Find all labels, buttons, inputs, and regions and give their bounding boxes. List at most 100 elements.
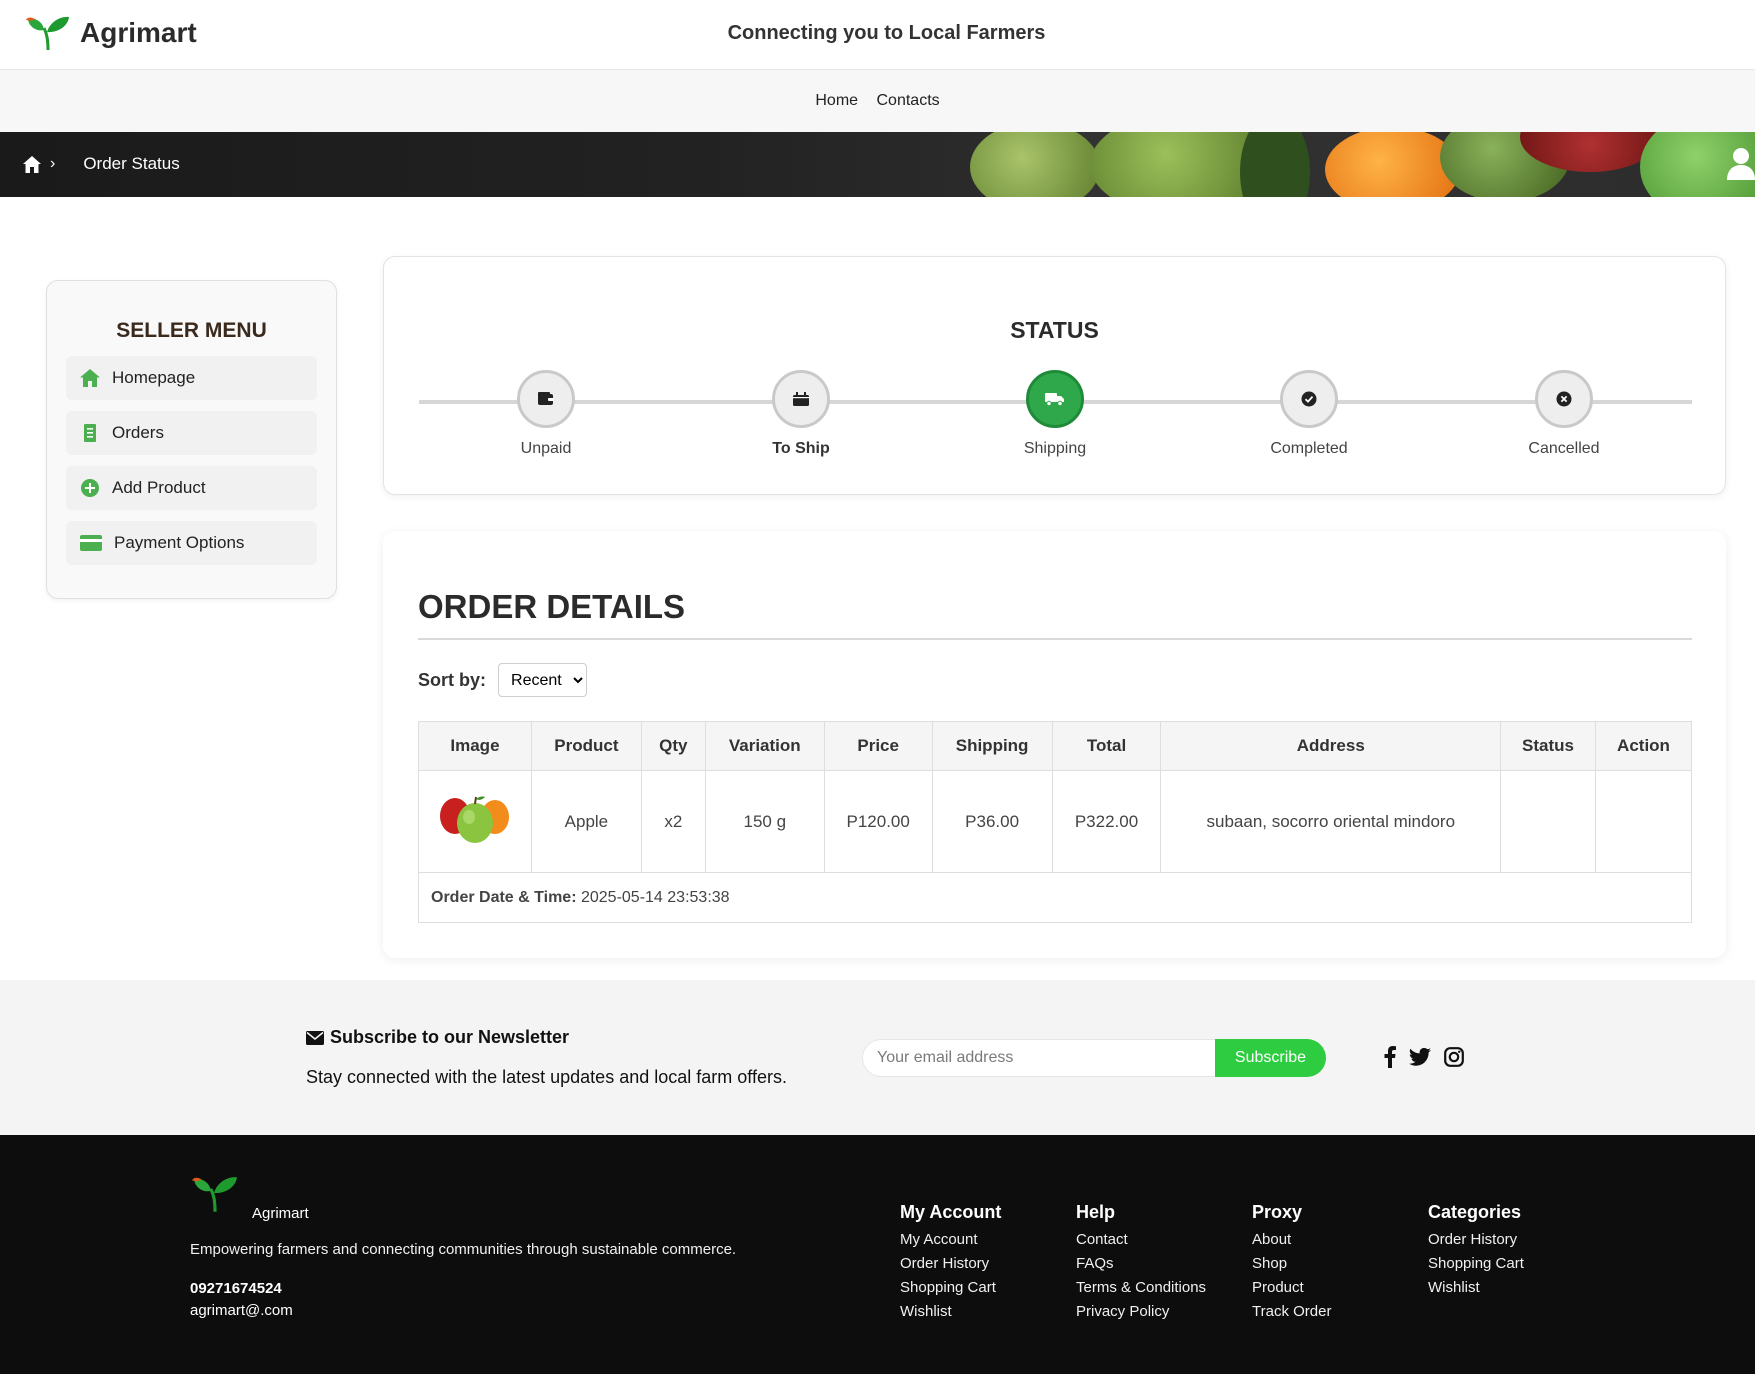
newsletter-title: Subscribe to our Newsletter: [306, 1027, 569, 1048]
shipping-cell: P36.00: [931, 770, 1053, 873]
step-label: Cancelled: [1528, 440, 1600, 457]
facebook-icon[interactable]: [1384, 1046, 1396, 1068]
footer-link[interactable]: Wishlist: [1428, 1279, 1524, 1296]
footer-column-title: Help: [1076, 1202, 1116, 1222]
breadcrumb-current: Order Status: [83, 154, 180, 173]
step-cancelled: Cancelled: [1484, 370, 1644, 458]
column-header: Product: [530, 721, 642, 771]
table-header-row: Image Product Qty Variation Price Shippi…: [418, 721, 1693, 771]
footer-column-proxy: Proxy About Shop Product Track Order: [1252, 1202, 1331, 1327]
main-nav: Home Contacts: [0, 70, 1755, 132]
column-header: Price: [823, 721, 933, 771]
truck-icon: [1045, 393, 1064, 406]
step-unpaid: Unpaid: [466, 370, 626, 458]
footer-link[interactable]: Order History: [900, 1255, 1001, 1272]
price-cell: P120.00: [823, 770, 933, 873]
receipt-icon: [84, 424, 96, 442]
home-icon[interactable]: [22, 155, 42, 174]
footer-column-title: Categories: [1428, 1202, 1522, 1222]
sort-label: Sort by:: [418, 669, 487, 690]
step-label: To Ship: [772, 440, 830, 457]
total-cell: P322.00: [1051, 770, 1162, 873]
social-links: [1384, 1046, 1464, 1068]
tagline: Connecting you to Local Farmers: [727, 22, 1046, 44]
check-circle-icon: [1301, 391, 1317, 407]
sidebar-item-label: Add Product: [112, 478, 206, 497]
sort-select[interactable]: Recent: [498, 663, 588, 697]
footer-link[interactable]: About: [1252, 1231, 1331, 1248]
instagram-icon[interactable]: [1444, 1047, 1464, 1067]
column-header: Address: [1160, 721, 1502, 771]
user-icon[interactable]: [1727, 146, 1755, 180]
column-header: Qty: [640, 721, 706, 771]
apples-image: [439, 796, 509, 843]
newsletter-subtitle: Stay connected with the latest updates a…: [306, 1067, 787, 1087]
footer-link[interactable]: Terms & Conditions: [1076, 1279, 1206, 1296]
nav-contacts-link[interactable]: Contacts: [877, 92, 940, 110]
order-date-value: 2025-05-14 23:53:38: [580, 888, 730, 906]
divider: [418, 638, 1692, 640]
footer-description: Empowering farmers and connecting commun…: [190, 1241, 737, 1258]
footer-link[interactable]: Shopping Cart: [1428, 1255, 1524, 1272]
step-to-ship: To Ship: [721, 370, 881, 458]
seller-menu-title: SELLER MENU: [116, 319, 267, 342]
column-header: Variation: [704, 721, 825, 771]
footer-link[interactable]: My Account: [900, 1231, 1001, 1248]
footer-link[interactable]: Track Order: [1252, 1303, 1331, 1320]
sidebar-item-homepage[interactable]: Homepage: [66, 356, 317, 400]
footer-link[interactable]: Contact: [1076, 1231, 1206, 1248]
footer-column-my-account: My Account My Account Order History Shop…: [900, 1202, 1001, 1327]
footer-column-categories: Categories Order History Shopping Cart W…: [1428, 1202, 1524, 1303]
footer-column-title: My Account: [900, 1202, 1002, 1222]
footer-link[interactable]: Shop: [1252, 1255, 1331, 1272]
step-shipping: Shipping: [975, 370, 1135, 458]
subscribe-button[interactable]: Subscribe: [1215, 1039, 1326, 1077]
sort-control: Sort by: Recent: [418, 663, 588, 697]
wallet-icon: [538, 392, 554, 405]
column-header: Shipping: [931, 721, 1053, 771]
newsletter-form: Subscribe: [862, 1039, 1326, 1077]
footer-email: agrimart@.com: [190, 1302, 293, 1319]
sidebar-item-orders[interactable]: Orders: [66, 411, 317, 455]
footer-brand-name: Agrimart: [252, 1205, 309, 1222]
sprout-logo-icon: [192, 1177, 237, 1212]
qty-cell: x2: [640, 770, 706, 873]
status-cell: [1500, 770, 1596, 873]
sidebar-item-label: Payment Options: [114, 533, 245, 552]
twitter-icon[interactable]: [1409, 1048, 1431, 1066]
footer-link[interactable]: Order History: [1428, 1231, 1524, 1248]
sidebar-item-payment-options[interactable]: Payment Options: [66, 521, 317, 565]
envelope-icon: [306, 1030, 324, 1045]
order-details-card: ORDER DETAILS Sort by: Recent Image Prod…: [383, 531, 1726, 958]
product-cell: Apple: [530, 770, 642, 873]
column-header: Action: [1594, 721, 1693, 771]
step-label: Shipping: [1023, 440, 1087, 457]
footer-column-help: Help Contact FAQs Terms & Conditions Pri…: [1076, 1202, 1206, 1327]
footer-link[interactable]: Product: [1252, 1279, 1331, 1296]
column-header: Status: [1500, 721, 1596, 771]
footer-link[interactable]: Wishlist: [900, 1303, 1001, 1320]
email-input[interactable]: [862, 1039, 1215, 1077]
footer-link[interactable]: Shopping Cart: [900, 1279, 1001, 1296]
footer-link[interactable]: FAQs: [1076, 1255, 1206, 1272]
orders-table: Image Product Qty Variation Price Shippi…: [418, 721, 1693, 923]
site-footer: Agrimart Empowering farmers and connecti…: [0, 1135, 1755, 1374]
newsletter-title-text: Subscribe to our Newsletter: [330, 1027, 570, 1047]
column-header: Total: [1051, 721, 1162, 771]
home-icon: [80, 369, 100, 387]
breadcrumb-banner: › Order Status: [0, 132, 1755, 197]
banner-vegetable-image: [970, 132, 1100, 197]
order-details-title: ORDER DETAILS: [418, 588, 686, 625]
sidebar-item-add-product[interactable]: Add Product: [66, 466, 317, 510]
breadcrumb: › Order Status: [22, 154, 180, 174]
sidebar-item-label: Homepage: [112, 368, 196, 387]
order-date-row: Order Date & Time: 2025-05-14 23:53:38: [418, 872, 1692, 923]
address-cell: subaan, socorro oriental mindoro: [1160, 770, 1502, 873]
nav-home-link[interactable]: Home: [815, 92, 858, 110]
footer-link[interactable]: Privacy Policy: [1076, 1303, 1206, 1320]
plus-circle-icon: [81, 479, 99, 497]
seller-menu: SELLER MENU Homepage Orders Add Product …: [46, 280, 337, 599]
top-header: Agrimart Connecting you to Local Farmers: [0, 0, 1755, 70]
sidebar-item-label: Orders: [112, 423, 164, 442]
step-completed: Completed: [1229, 370, 1389, 458]
